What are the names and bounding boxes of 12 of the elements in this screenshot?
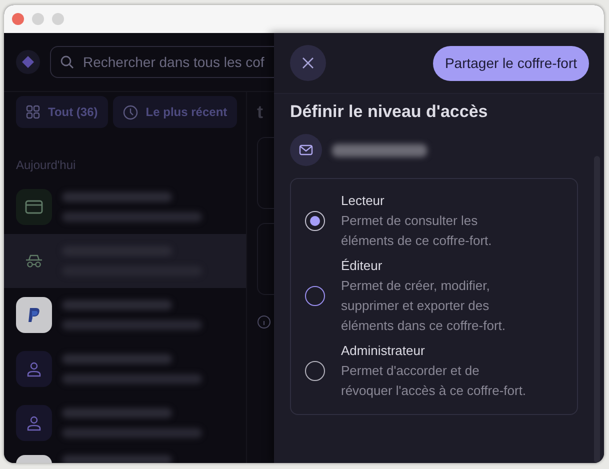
option-description: Permet d'accorder et de révoquer l'accès à ce coffre-fort. <box>341 362 528 400</box>
option-label: Administrateur <box>341 342 426 360</box>
option-label: Lecteur <box>341 192 386 210</box>
section-title: Définir le niveau d'accès <box>290 102 489 122</box>
filter-button[interactable]: Le plus récent <box>112 96 238 128</box>
option-label: Éditeur <box>341 257 384 275</box>
option-description: Permet de consulter les éléments de ce coffre-fort. <box>341 212 493 250</box>
section-label: Aujourd'hui <box>16 158 77 172</box>
share-vault-button[interactable]: Partager le coffre-fort <box>432 46 589 80</box>
filter-button[interactable]: Tout (36) <box>16 96 108 128</box>
option-description: Permet de créer, modifier, supprimer et exporter des éléments dans ce coffre-fort. <box>341 277 507 335</box>
search-field[interactable]: Rechercher dans tous les cof <box>50 46 274 78</box>
